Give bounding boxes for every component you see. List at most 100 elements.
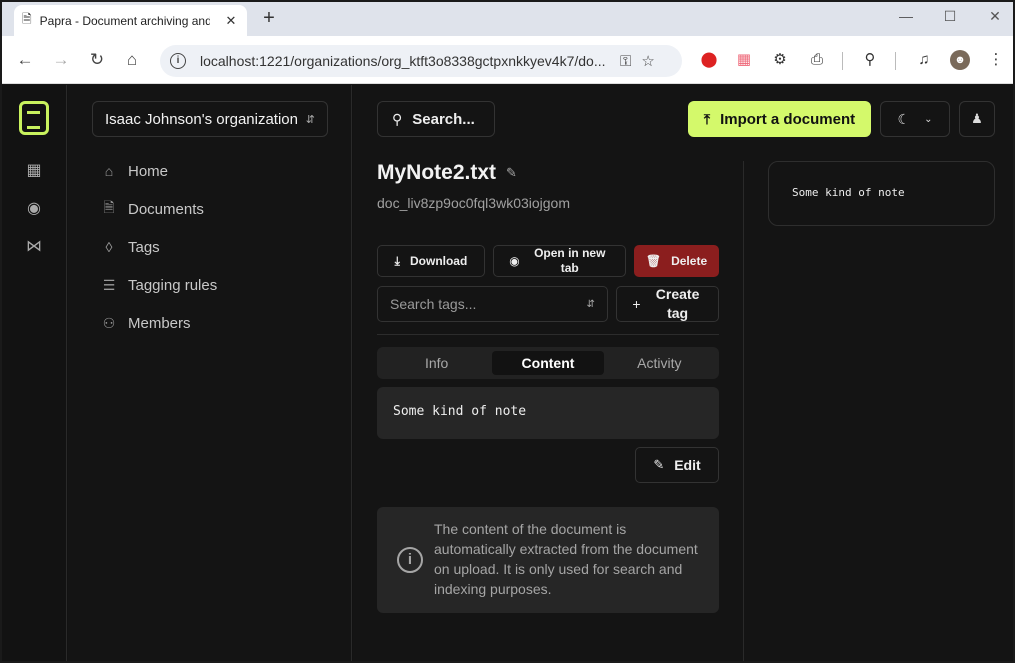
color-extension-icon[interactable]: ▦	[734, 50, 754, 70]
download-button[interactable]: ⤓ Download	[377, 245, 485, 277]
papra-logo-icon[interactable]	[19, 101, 49, 135]
section-divider	[377, 334, 719, 335]
moon-icon: ☾	[897, 110, 911, 127]
document-content-text: Some kind of note	[377, 387, 719, 439]
search-button[interactable]: ⚲ Search...	[377, 101, 495, 137]
sidebar-item-label: Members	[128, 314, 191, 332]
theme-toggle-button[interactable]: ☾ ⌄	[880, 101, 950, 137]
toolbar-divider	[842, 52, 843, 70]
profile-avatar[interactable]: ☻	[950, 50, 970, 70]
sidebar-item-label: Tagging rules	[128, 276, 218, 294]
building-icon[interactable]: ▦	[23, 160, 45, 182]
eye-icon: ◉	[509, 253, 520, 268]
document-title: MyNote2.txt ✎	[377, 161, 719, 185]
document-tabs: Info Content Activity	[377, 347, 719, 379]
sidebar-item-tagging-rules[interactable]: ☰ Tagging rules	[100, 273, 218, 297]
download-label: Download	[409, 253, 468, 268]
browser-menu-icon[interactable]: ⋮	[986, 50, 1006, 70]
tab-activity[interactable]: Activity	[604, 351, 715, 375]
forward-icon[interactable]: →	[50, 49, 72, 71]
gear-extension-icon[interactable]: ⚙	[770, 50, 790, 70]
info-notice: i The content of the document is automat…	[377, 507, 719, 613]
browser-toolbar: ← → ↻ ⌂ i localhost:1221/organizations/o…	[2, 36, 1013, 84]
document-panel: MyNote2.txt ✎ doc_liv8zp9oc0fql3wk03iojg…	[377, 161, 719, 613]
extensions-puzzle-icon[interactable]: ⎙	[807, 50, 827, 70]
document-title-text: MyNote2.txt	[377, 161, 497, 184]
sidebar-item-documents[interactable]: 🗎 Documents	[100, 197, 204, 221]
sidebar-item-label: Home	[128, 162, 169, 180]
back-icon[interactable]: ←	[14, 49, 36, 71]
tab-search-icon[interactable]: ⚲	[860, 50, 880, 70]
maximize-icon[interactable]: ☐	[940, 8, 960, 25]
edit-button[interactable]: ✎ Edit	[635, 447, 719, 483]
browser-window: 🗎 Papra - Document archiving and ✕ + — ☐…	[0, 0, 1015, 663]
organization-select[interactable]: Isaac Johnson's organization ⇵	[92, 101, 328, 137]
password-key-icon[interactable]: ⚿	[620, 53, 631, 70]
info-notice-text: The content of the document is automatic…	[434, 521, 698, 597]
home-icon: ⌂	[104, 163, 114, 179]
import-label: Import a document	[720, 110, 856, 128]
toolbar-divider	[895, 52, 896, 70]
new-tab-icon[interactable]: +	[258, 7, 280, 30]
rename-pencil-icon[interactable]: ✎	[506, 165, 517, 181]
import-document-button[interactable]: ⤒ Import a document	[688, 101, 871, 137]
media-control-icon[interactable]: ♫	[914, 50, 934, 70]
app-area: ▦ ◉ ⋈ Isaac Johnson's organization ⇵ ⌂ H…	[2, 85, 1013, 661]
edit-icon: ✎	[653, 457, 665, 472]
delete-button[interactable]: 🗑 Delete	[634, 245, 719, 277]
sidebar-item-home[interactable]: ⌂ Home	[100, 159, 168, 183]
home-browser-icon[interactable]: ⌂	[121, 49, 143, 71]
opera-extension-icon[interactable]: ⬤	[699, 50, 719, 70]
tag-search-input[interactable]: Search tags... ⇵	[377, 286, 608, 322]
user-menu-button[interactable]: ♟	[959, 101, 995, 137]
file-icon: 🗎	[103, 199, 115, 215]
search-label: Search...	[412, 110, 475, 128]
chevron-up-down-icon: ⇵	[586, 298, 595, 310]
document-id: doc_liv8zp9oc0fql3wk03iojgom	[377, 195, 571, 211]
site-info-icon[interactable]: i	[170, 53, 186, 69]
preview-divider	[743, 161, 744, 661]
users-icon: ⚇	[102, 314, 116, 331]
tab-bar: 🗎 Papra - Document archiving and ✕ + — ☐…	[2, 2, 1013, 36]
organization-name: Isaac Johnson's organization	[105, 110, 298, 128]
chevron-up-down-icon: ⇵	[305, 113, 315, 126]
plus-icon: +	[632, 295, 641, 312]
chevron-down-icon: ⌄	[924, 113, 933, 125]
github-icon[interactable]: ◉	[23, 198, 45, 220]
create-tag-label: Create tag	[655, 286, 700, 321]
open-label: Open in new tab	[534, 246, 606, 275]
download-icon: ⤓	[394, 253, 400, 268]
list-check-icon: ☰	[102, 276, 116, 293]
create-tag-button[interactable]: + Create tag	[616, 286, 719, 322]
sidebar-item-label: Documents	[128, 200, 204, 218]
main-content: ⚲ Search... ⤒ Import a document ☾ ⌄ ♟ My…	[353, 85, 1013, 661]
document-preview: Some kind of note	[768, 161, 995, 226]
edit-label: Edit	[674, 457, 701, 473]
tab-info[interactable]: Info	[381, 351, 492, 375]
minimize-icon[interactable]: —	[896, 8, 916, 24]
trash-icon: 🗑	[645, 253, 662, 268]
browser-tab[interactable]: 🗎 Papra - Document archiving and ✕	[14, 5, 247, 36]
search-icon: ⚲	[392, 110, 403, 127]
bookmark-star-icon[interactable]: ☆	[641, 52, 654, 70]
info-icon: i	[397, 547, 423, 573]
sidebar-item-tags[interactable]: ◊ Tags	[100, 235, 160, 259]
tag-search-placeholder: Search tags...	[390, 296, 477, 312]
sidebar-item-label: Tags	[128, 238, 160, 256]
butterfly-icon[interactable]: ⋈	[23, 236, 45, 258]
upload-icon: ⤒	[703, 110, 711, 127]
delete-label: Delete	[671, 253, 708, 268]
url-text[interactable]: localhost:1221/organizations/org_ktft3o8…	[200, 53, 610, 69]
tag-icon: ◊	[105, 239, 113, 255]
reload-icon[interactable]: ↻	[86, 49, 108, 71]
sidebar: Isaac Johnson's organization ⇵ ⌂ Home 🗎 …	[68, 85, 352, 661]
close-window-icon[interactable]: ✕	[985, 8, 1005, 25]
tab-content[interactable]: Content	[492, 351, 604, 375]
user-icon: ♟	[971, 111, 983, 126]
close-tab-icon[interactable]: ✕	[223, 13, 239, 29]
sidebar-item-members[interactable]: ⚇ Members	[100, 311, 191, 335]
tab-title: Papra - Document archiving and	[39, 13, 210, 28]
icon-rail: ▦ ◉ ⋈	[2, 85, 67, 661]
address-bar[interactable]: i localhost:1221/organizations/org_ktft3…	[160, 45, 682, 77]
open-in-new-tab-button[interactable]: ◉ Open in new tab	[493, 245, 626, 277]
